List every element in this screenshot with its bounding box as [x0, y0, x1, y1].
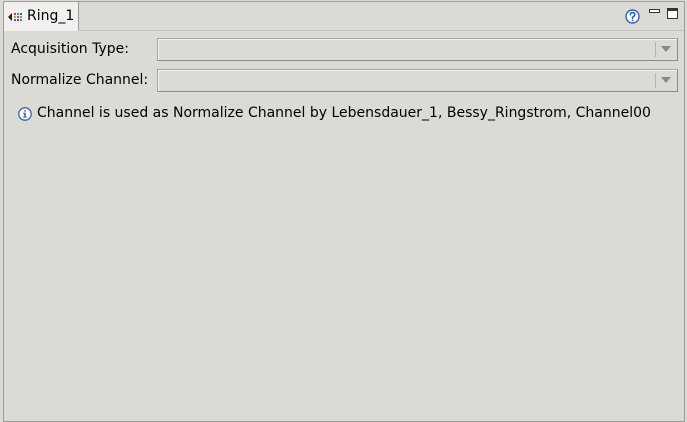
view-tab-bar: Ring_1: [4, 2, 684, 31]
minimize-icon[interactable]: [649, 8, 660, 19]
combo-separator: [655, 73, 656, 88]
maximize-icon[interactable]: [667, 8, 678, 19]
tab-ring-1[interactable]: Ring_1: [4, 2, 79, 31]
acquisition-type-label: Acquisition Type:: [11, 41, 130, 57]
normalize-channel-select[interactable]: [157, 69, 678, 92]
chevron-down-icon[interactable]: [661, 77, 671, 84]
channel-view-icon: [8, 13, 22, 21]
info-icon: [18, 107, 32, 121]
tab-label: Ring_1: [27, 8, 75, 24]
normalize-channel-label: Normalize Channel:: [11, 72, 149, 88]
acquisition-type-select[interactable]: [157, 38, 678, 61]
chevron-down-icon[interactable]: [661, 46, 671, 53]
help-icon[interactable]: [625, 9, 640, 24]
info-text: Channel is used as Normalize Channel by …: [37, 105, 651, 121]
combo-separator: [655, 42, 656, 57]
view-panel: Ring_1 Acquisition Type: Normalize Chann…: [3, 1, 685, 422]
